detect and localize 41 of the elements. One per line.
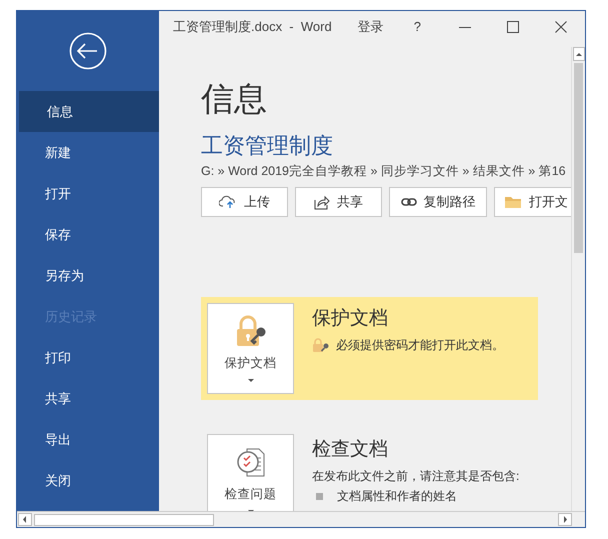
- sidebar-item[interactable]: 关闭: [17, 460, 159, 501]
- section-button[interactable]: 保护文档: [207, 303, 294, 394]
- sidebar-item[interactable]: 另存为: [17, 255, 159, 296]
- action-button[interactable]: 共享: [295, 187, 382, 217]
- link-icon: [400, 197, 416, 207]
- sidebar-item[interactable]: 信息: [19, 91, 159, 132]
- scroll-thumb[interactable]: [574, 63, 583, 253]
- scroll-left-icon[interactable]: [18, 513, 32, 526]
- horizontal-scrollbar[interactable]: [17, 511, 585, 527]
- document-title: 工资管理制度: [201, 132, 334, 160]
- vertical-scrollbar[interactable]: [571, 47, 585, 511]
- lock-key-icon: [312, 337, 330, 353]
- action-button[interactable]: 上传: [201, 187, 288, 217]
- sidebar-item[interactable]: 打印: [17, 337, 159, 378]
- sidebar-item[interactable]: 打开: [17, 173, 159, 214]
- scroll-up-icon[interactable]: [572, 47, 584, 61]
- page-heading: 信息: [201, 79, 268, 119]
- sidebar-item[interactable]: 共享: [17, 378, 159, 419]
- scroll-thumb[interactable]: [34, 514, 214, 526]
- action-button[interactable]: 复制路径: [389, 187, 487, 217]
- sign-in-link[interactable]: 登录: [358, 17, 384, 37]
- sidebar-item[interactable]: 保存: [17, 214, 159, 255]
- bullet-text: 文档属性和作者的姓名: [337, 488, 457, 505]
- sidebar-item[interactable]: 新建: [17, 132, 159, 173]
- bullet-icon: [316, 492, 323, 500]
- maximize-icon[interactable]: [506, 21, 519, 33]
- window-title: 工资管理制度.docx - Word: [173, 18, 332, 36]
- help-button[interactable]: ?: [410, 17, 425, 37]
- share-icon: [314, 194, 330, 210]
- section-description: 必须提供密码才能打开此文档。: [336, 337, 504, 354]
- section-title: 保护文档: [312, 307, 389, 331]
- scroll-right-icon[interactable]: [558, 513, 572, 526]
- cloud-upload-icon: [219, 195, 237, 209]
- close-icon[interactable]: [554, 21, 567, 33]
- section-title: 检查文档: [312, 438, 389, 462]
- section-button[interactable]: 检查问题: [207, 434, 294, 511]
- file-path: G: » Word 2019完全自学教程 » 同步学习文件 » 结果文件 » 第16: [201, 163, 567, 180]
- section-description: 在发布此文件之前，请注意其是否包含:: [312, 468, 520, 485]
- folder-icon: [504, 195, 522, 209]
- action-button[interactable]: 打开文: [494, 187, 571, 217]
- sidebar-item[interactable]: 导出: [17, 419, 159, 460]
